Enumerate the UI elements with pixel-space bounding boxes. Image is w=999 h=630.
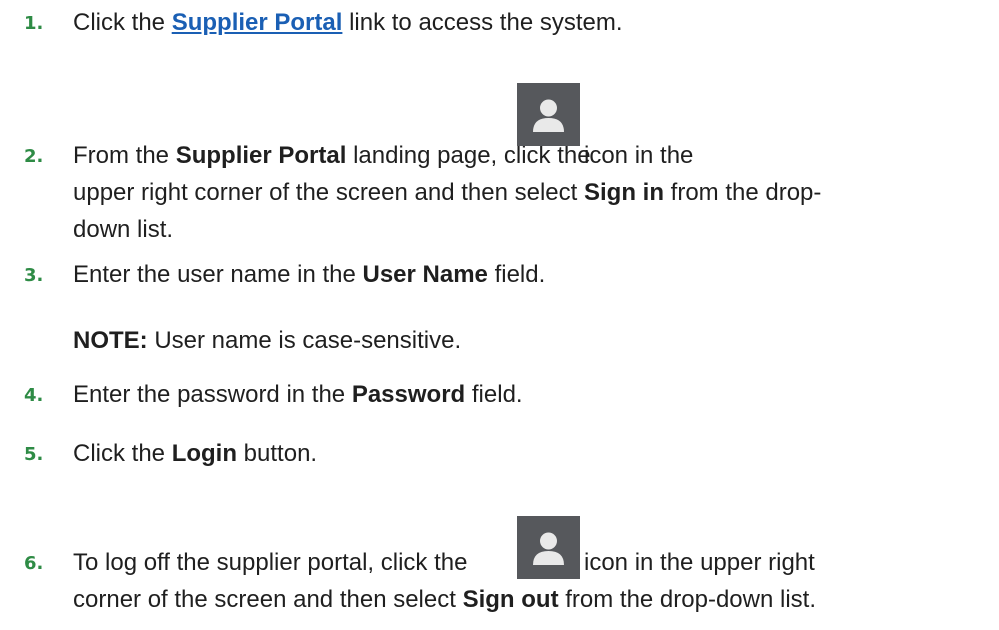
step-number: 1.	[24, 13, 44, 34]
supplier-portal-link[interactable]: Supplier Portal	[172, 9, 343, 36]
step-text: Click the Login button.	[73, 440, 318, 467]
step-number: 2.	[24, 146, 44, 167]
step-text: upper right corner of the screen and the…	[73, 179, 822, 206]
step-text: Enter the password in the Password field…	[73, 381, 523, 408]
step-text: down list.	[73, 216, 174, 243]
step-text: icon in the upper right	[584, 549, 815, 576]
user-profile-icon	[517, 83, 580, 146]
step-number: 6.	[24, 553, 44, 574]
step-text: icon in the	[584, 142, 694, 169]
user-profile-icon	[517, 516, 580, 579]
step-number: 3.	[24, 265, 44, 286]
step-text: Click the Supplier Portal link to access…	[73, 9, 623, 36]
step-text: Enter the user name in the User Name fie…	[73, 261, 546, 288]
step-number: 5.	[24, 444, 44, 465]
note-text: NOTE: User name is case-sensitive.	[73, 327, 462, 354]
step-text: corner of the screen and then select Sig…	[73, 586, 816, 613]
step-number: 4.	[24, 385, 44, 406]
